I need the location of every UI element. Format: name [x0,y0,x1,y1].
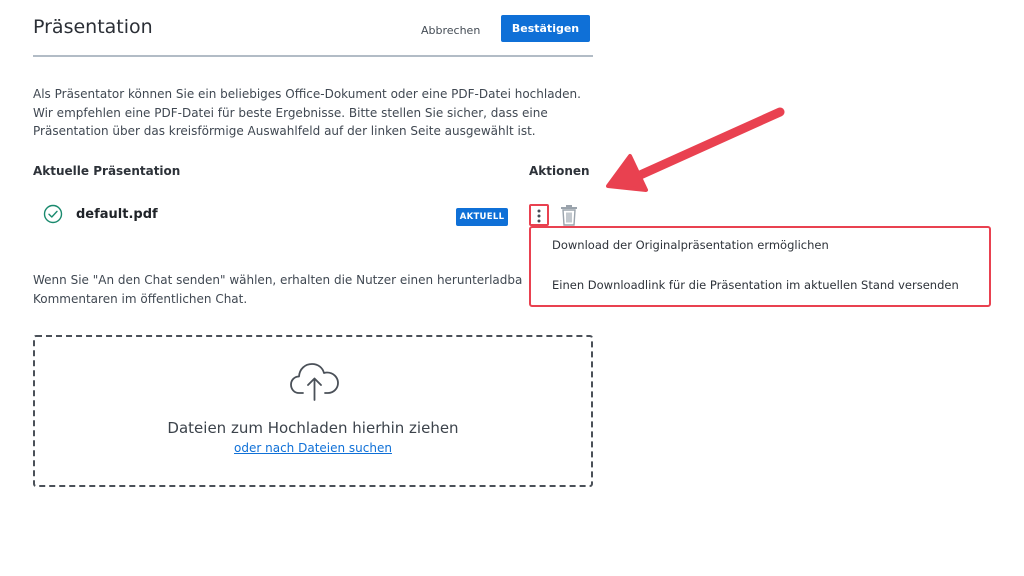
trash-icon [561,205,577,226]
chat-note-text: Wenn Sie "An den Chat senden" wählen, er… [33,271,523,308]
menu-item-allow-download[interactable]: Download der Originalpräsentation ermögl… [552,238,829,252]
current-presentation-heading: Aktuelle Präsentation [33,164,181,178]
more-options-button[interactable] [529,204,549,226]
actions-heading: Aktionen [529,164,590,178]
actions-dropdown-menu: Download der Originalpräsentation ermögl… [529,226,991,307]
header-divider [33,55,593,57]
current-badge: AKTUELL [456,208,508,226]
dropzone-text: Dateien zum Hochladen hierhin ziehen [167,419,459,437]
menu-item-send-download-link[interactable]: Einen Downloadlink für die Präsentation … [552,278,959,292]
delete-button[interactable] [559,204,579,226]
page-title: Präsentation [33,16,153,38]
presentation-filename: default.pdf [76,207,158,222]
confirm-button[interactable]: Bestätigen [501,15,590,42]
chat-note-line-2: Kommentaren im öffentlichen Chat. [33,291,248,306]
more-vertical-icon [537,209,541,223]
file-dropzone[interactable]: Dateien zum Hochladen hierhin ziehen ode… [33,335,593,487]
intro-text: Als Präsentator können Sie ein beliebige… [33,87,581,138]
red-arrow-annotation [606,107,785,192]
check-circle-icon[interactable] [43,204,63,224]
cancel-button[interactable]: Abbrechen [415,18,485,42]
chat-note-line-1: Wenn Sie "An den Chat senden" wählen, er… [33,273,523,287]
cloud-upload-icon [289,359,341,407]
browse-files-link[interactable]: oder nach Dateien suchen [35,441,591,455]
